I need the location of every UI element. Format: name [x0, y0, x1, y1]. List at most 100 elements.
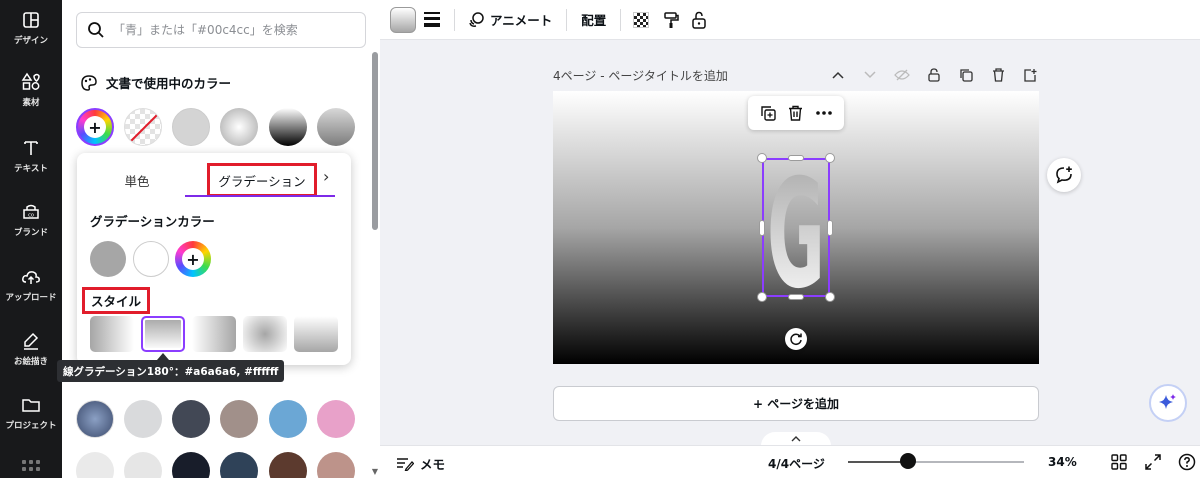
rail-item-upload[interactable]: アップロード: [0, 257, 62, 313]
color-swatch[interactable]: [124, 400, 162, 438]
scroll-down-icon[interactable]: ▼: [372, 467, 378, 476]
trash-icon[interactable]: [788, 105, 803, 121]
selection-box: [762, 158, 830, 297]
page-lock-icon[interactable]: [925, 66, 943, 84]
toolbar-divider: [566, 8, 568, 31]
rail-item-text[interactable]: テキスト: [0, 128, 62, 184]
transparent-swatch[interactable]: [124, 108, 162, 146]
fill-color-button[interactable]: [390, 6, 416, 33]
magic-assistant-button[interactable]: [1149, 384, 1187, 422]
tab-gradient[interactable]: グラデーション: [207, 163, 317, 197]
rail-item-projects[interactable]: プロジェクト: [0, 385, 62, 441]
grid-view-icon[interactable]: [1110, 453, 1128, 471]
color-swatch[interactable]: [269, 400, 307, 438]
page-count[interactable]: 4/4ページ: [768, 455, 825, 472]
palette-icon: [81, 74, 97, 91]
resize-handle[interactable]: [827, 220, 833, 236]
color-swatch[interactable]: [317, 108, 355, 146]
panel-scrollbar[interactable]: [372, 52, 378, 230]
style-radial[interactable]: [243, 316, 287, 352]
color-swatch[interactable]: [317, 452, 355, 478]
delete-page-icon[interactable]: [989, 66, 1007, 84]
upload-icon: [22, 271, 40, 284]
color-swatch[interactable]: [269, 452, 307, 478]
duplicate-icon[interactable]: [760, 105, 776, 121]
folder-icon: [22, 399, 40, 412]
zoom-value[interactable]: 34%: [1048, 455, 1077, 469]
rail-label: アップロード: [5, 293, 57, 303]
search-box[interactable]: [76, 12, 366, 48]
add-color-swatch[interactable]: +: [76, 108, 114, 146]
color-swatch[interactable]: [269, 108, 307, 146]
gradient-stop-1[interactable]: [90, 241, 126, 277]
rail-item-draw[interactable]: お絵描き: [0, 321, 62, 377]
gradient-colors-title: グラデーションカラー: [90, 214, 215, 229]
zoom-slider[interactable]: [848, 461, 1024, 463]
color-swatch[interactable]: [172, 452, 210, 478]
add-page-icon[interactable]: [1021, 66, 1039, 84]
rail-item-brand[interactable]: co ブランド: [0, 192, 62, 248]
layout-icon: [23, 12, 39, 28]
color-swatch[interactable]: [172, 108, 210, 146]
plus-icon: +: [182, 248, 204, 270]
paint-roller-icon[interactable]: [663, 11, 680, 29]
shapes-icon: [21, 72, 40, 90]
style-linear-270[interactable]: [192, 316, 236, 352]
add-gradient-stop[interactable]: +: [175, 241, 211, 277]
zoom-slider-handle[interactable]: [899, 453, 916, 469]
color-swatch[interactable]: [317, 400, 355, 438]
style-linear-0[interactable]: [294, 316, 338, 352]
help-icon[interactable]: [1178, 453, 1196, 471]
chevron-right-icon[interactable]: ›: [323, 167, 329, 186]
plus-icon: +: [84, 116, 106, 138]
border-style-icon[interactable]: [424, 12, 440, 27]
rotate-icon: [790, 333, 802, 346]
transparency-icon[interactable]: [633, 11, 650, 28]
hide-icon[interactable]: [893, 66, 911, 84]
arrange-button[interactable]: 配置: [581, 10, 606, 29]
tab-solid[interactable]: 単色: [77, 163, 197, 197]
resize-handle[interactable]: [757, 153, 767, 163]
resize-handle[interactable]: [788, 294, 804, 300]
apps-grid-icon[interactable]: [22, 460, 40, 471]
resize-handle[interactable]: [757, 292, 767, 302]
duplicate-page-icon[interactable]: [957, 66, 975, 84]
color-swatch[interactable]: [220, 452, 258, 478]
resize-handle[interactable]: [825, 153, 835, 163]
gradient-stop-2[interactable]: [133, 241, 169, 277]
animate-icon: [469, 11, 484, 27]
style-linear-90[interactable]: [90, 316, 134, 352]
style-linear-180[interactable]: [141, 316, 185, 352]
color-swatch[interactable]: [124, 452, 162, 478]
page-header: 4ページ - ページタイトルを追加: [553, 66, 1039, 84]
rail-item-elements[interactable]: 素材: [0, 62, 62, 118]
animate-label: アニメート: [490, 13, 553, 28]
search-input[interactable]: [113, 23, 353, 37]
lock-icon[interactable]: [691, 11, 707, 29]
rotate-handle[interactable]: [785, 328, 807, 350]
color-swatch[interactable]: [172, 400, 210, 438]
photo-swatch[interactable]: [76, 400, 114, 438]
fullscreen-icon[interactable]: [1144, 453, 1162, 471]
animate-button[interactable]: アニメート: [467, 10, 552, 29]
add-page-button[interactable]: + ページを追加: [553, 386, 1039, 421]
chevron-up-icon[interactable]: [829, 66, 847, 84]
notes-button[interactable]: メモ: [396, 454, 445, 473]
element-context-menu: [748, 96, 844, 130]
photo-swatch[interactable]: [76, 452, 114, 478]
page-title[interactable]: 4ページ - ページタイトルを追加: [553, 67, 728, 84]
resize-handle[interactable]: [825, 292, 835, 302]
color-swatch[interactable]: [220, 400, 258, 438]
color-swatch[interactable]: [220, 108, 258, 146]
rail-item-design[interactable]: デザイン: [0, 0, 62, 56]
resize-handle[interactable]: [788, 155, 804, 161]
tab-underline: [185, 195, 335, 197]
chevron-up-icon: [791, 436, 801, 442]
collapse-pages-button[interactable]: [761, 432, 831, 446]
chevron-down-icon[interactable]: [861, 66, 879, 84]
add-comment-button[interactable]: [1047, 158, 1081, 192]
more-icon[interactable]: [816, 111, 832, 115]
rail-label: プロジェクト: [5, 421, 57, 431]
search-icon: [88, 22, 104, 38]
resize-handle[interactable]: [759, 220, 765, 236]
